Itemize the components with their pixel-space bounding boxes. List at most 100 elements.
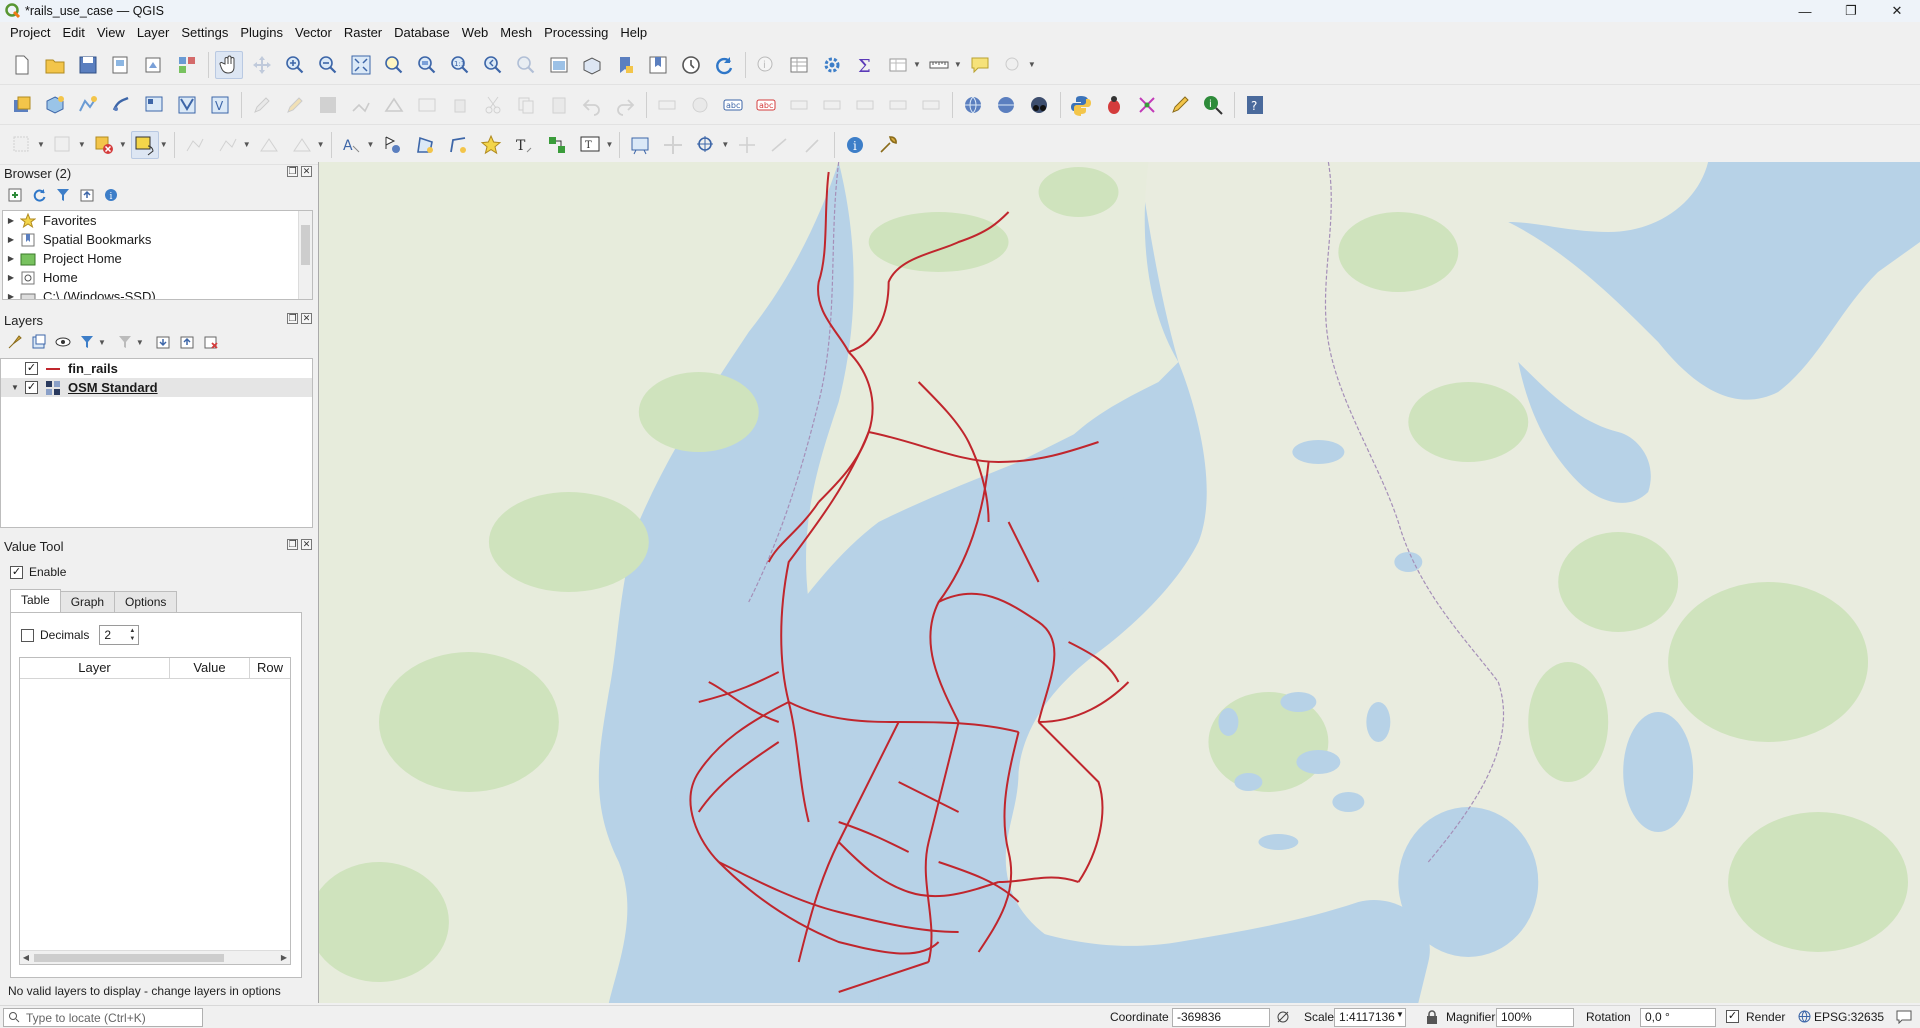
expand-all-icon[interactable] bbox=[154, 333, 172, 351]
topological-editing-icon[interactable] bbox=[766, 131, 794, 159]
style-manager-icon[interactable] bbox=[173, 51, 201, 79]
reshape-icon[interactable] bbox=[255, 131, 283, 159]
show-bookmarks-icon[interactable] bbox=[644, 51, 672, 79]
layer-labeling-icon[interactable]: abc bbox=[719, 91, 747, 119]
temporal-controller-icon[interactable] bbox=[677, 51, 705, 79]
digitize-icon[interactable] bbox=[347, 91, 375, 119]
menu-plugins[interactable]: Plugins bbox=[234, 22, 289, 44]
cut-features-icon[interactable] bbox=[479, 91, 507, 119]
decimals-spinbox[interactable]: 2 ▲ ▼ bbox=[99, 625, 140, 645]
split-features-icon[interactable] bbox=[288, 131, 316, 159]
modify-annotations-icon[interactable] bbox=[543, 131, 571, 159]
text-annotation-icon[interactable]: A bbox=[338, 131, 366, 159]
zoom-to-layer-icon[interactable] bbox=[413, 51, 441, 79]
pan-map-icon[interactable] bbox=[215, 50, 243, 79]
browser-item-favorites[interactable]: ▶ Favorites bbox=[3, 211, 312, 230]
open-layer-styling-icon[interactable] bbox=[6, 333, 24, 351]
expand-arrow-icon[interactable]: ▶ bbox=[3, 273, 19, 282]
expand-arrow-icon[interactable]: ▶ bbox=[3, 254, 19, 263]
dropdown-arrow-icon[interactable]: ▼ bbox=[136, 338, 144, 347]
new-spatialite-layer-icon[interactable] bbox=[107, 91, 135, 119]
tab-options[interactable]: Options bbox=[114, 591, 178, 613]
render-checkbox-wrap[interactable]: ✓ bbox=[1726, 1008, 1745, 1023]
plugin-network-icon[interactable] bbox=[1133, 91, 1161, 119]
advanced-digitizing-icon[interactable] bbox=[181, 131, 209, 159]
minimize-button[interactable]: — bbox=[1782, 0, 1828, 22]
dropdown-arrow-icon[interactable]: ▼ bbox=[98, 338, 106, 347]
collapse-all-icon[interactable] bbox=[178, 333, 196, 351]
close-button[interactable]: ✕ bbox=[1874, 0, 1920, 22]
plugin-bug-icon[interactable] bbox=[1100, 91, 1128, 119]
dropdown-arrow-icon[interactable]: ▼ bbox=[243, 140, 251, 149]
select-by-location-icon[interactable] bbox=[130, 130, 159, 159]
decimals-checkbox[interactable]: ✓ bbox=[21, 628, 34, 642]
open-project-icon[interactable] bbox=[41, 51, 69, 79]
point-annotation-icon[interactable] bbox=[378, 131, 406, 159]
menu-mesh[interactable]: Mesh bbox=[494, 22, 538, 44]
browser-item-home[interactable]: ▶ Home bbox=[3, 268, 312, 287]
layout-manager-icon[interactable] bbox=[140, 51, 168, 79]
offset-curve-icon[interactable] bbox=[214, 131, 242, 159]
layer-row-fin-rails[interactable]: ✓ fin_rails bbox=[1, 359, 312, 378]
browser-scrollbar[interactable] bbox=[298, 211, 312, 299]
column-header-layer[interactable]: Layer bbox=[20, 658, 170, 678]
filter-by-expression-icon[interactable] bbox=[116, 333, 134, 351]
menu-edit[interactable]: Edit bbox=[56, 22, 90, 44]
zoom-last-icon[interactable] bbox=[479, 51, 507, 79]
scroll-left-icon[interactable]: ◀ bbox=[20, 951, 32, 965]
remove-layer-icon[interactable] bbox=[202, 333, 220, 351]
text-along-line-icon[interactable]: T bbox=[510, 131, 538, 159]
copy-features-icon[interactable] bbox=[512, 91, 540, 119]
dropdown-arrow-icon[interactable]: ▼ bbox=[37, 140, 45, 149]
processing-toolbox-icon[interactable] bbox=[818, 51, 846, 79]
spin-arrows-icon[interactable]: ▲ ▼ bbox=[127, 627, 137, 643]
refresh-icon[interactable] bbox=[710, 51, 738, 79]
python-console-icon[interactable] bbox=[1067, 91, 1095, 119]
label-tool-icon[interactable] bbox=[653, 91, 681, 119]
extent-toggle-icon[interactable] bbox=[1276, 1010, 1290, 1027]
locator-search[interactable]: Type to locate (Ctrl+K) bbox=[3, 1008, 203, 1027]
crs-globe-icon[interactable] bbox=[1798, 1010, 1811, 1026]
expand-arrow-icon[interactable]: ▼ bbox=[5, 383, 25, 392]
data-source-manager-icon[interactable] bbox=[8, 91, 36, 119]
attribute-table-icon[interactable] bbox=[785, 51, 813, 79]
save-layer-edits-icon[interactable] bbox=[314, 91, 342, 119]
dropdown-arrow-icon[interactable]: ▼ bbox=[1028, 60, 1036, 69]
zoom-native-resolution-icon[interactable]: 1:1 bbox=[446, 51, 474, 79]
scroll-right-icon[interactable]: ▶ bbox=[278, 951, 290, 965]
options-wrench-icon[interactable] bbox=[874, 131, 902, 159]
add-layer-icon[interactable] bbox=[6, 186, 24, 204]
current-edits-icon[interactable] bbox=[248, 91, 276, 119]
menu-processing[interactable]: Processing bbox=[538, 22, 614, 44]
maximize-button[interactable]: ❐ bbox=[1828, 0, 1874, 22]
vertex-tool-icon[interactable] bbox=[380, 91, 408, 119]
select-features-icon[interactable] bbox=[8, 131, 36, 159]
info-icon[interactable]: i bbox=[841, 131, 869, 159]
tracing-icon[interactable] bbox=[733, 131, 761, 159]
zoom-out-icon[interactable] bbox=[314, 51, 342, 79]
collapse-all-icon[interactable] bbox=[78, 186, 96, 204]
menu-help[interactable]: Help bbox=[614, 22, 653, 44]
filter-legend-icon[interactable] bbox=[78, 333, 96, 351]
new-project-icon[interactable] bbox=[8, 51, 36, 79]
close-panel-icon[interactable]: ✕ bbox=[301, 166, 312, 177]
menu-view[interactable]: View bbox=[91, 22, 131, 44]
rotation-field[interactable]: 0,0 ° bbox=[1640, 1008, 1716, 1027]
zoom-next-icon[interactable] bbox=[512, 51, 540, 79]
modify-attributes-icon[interactable] bbox=[413, 91, 441, 119]
coordinate-field[interactable]: -369836 7369774 bbox=[1172, 1008, 1270, 1028]
scale-dropdown-icon[interactable]: ▼ bbox=[1396, 1010, 1404, 1019]
column-header-row[interactable]: Row bbox=[250, 658, 290, 678]
new-vector-tile-layer-icon[interactable]: V bbox=[206, 91, 234, 119]
zoom-to-selection-icon[interactable] bbox=[380, 51, 408, 79]
tab-graph[interactable]: Graph bbox=[59, 591, 116, 613]
dropdown-arrow-icon[interactable]: ▼ bbox=[721, 140, 729, 149]
new-shapefile-layer-icon[interactable] bbox=[74, 91, 102, 119]
dropdown-arrow-icon[interactable]: ▼ bbox=[317, 140, 325, 149]
properties-icon[interactable]: i bbox=[102, 186, 120, 204]
self-snapping-icon[interactable] bbox=[799, 131, 827, 159]
new-print-layout-icon[interactable] bbox=[107, 51, 135, 79]
menu-layer[interactable]: Layer bbox=[131, 22, 176, 44]
marker-annotation-icon[interactable] bbox=[477, 131, 505, 159]
rotate-label-icon[interactable] bbox=[884, 91, 912, 119]
